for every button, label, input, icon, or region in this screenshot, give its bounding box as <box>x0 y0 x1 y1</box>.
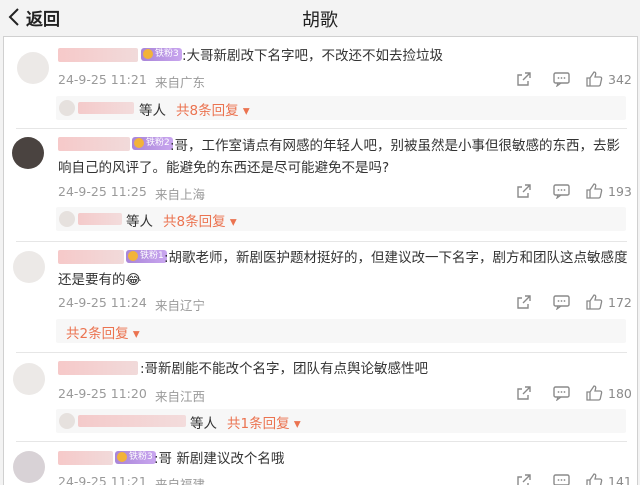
reply-summary[interactable] <box>56 319 626 343</box>
comment-time: 24-9-25 11:21 <box>58 474 147 485</box>
comment-text-line-2: 响自己的风评了。能避免的东西还是尽可能避免不是吗? <box>58 160 390 176</box>
avatar[interactable] <box>13 451 45 483</box>
thumbs-up-icon <box>586 385 603 401</box>
share-icon <box>516 385 532 401</box>
thumbs-up-icon <box>586 71 603 87</box>
like-count: 141 <box>608 473 632 485</box>
comment-button[interactable] <box>553 294 570 310</box>
reply-suffix: 等人 <box>126 214 153 230</box>
comment-button[interactable] <box>553 473 570 485</box>
comment-button[interactable] <box>553 183 570 199</box>
comment-text: :大哥新剧改下名字吧，不改还不如去捡垃圾 <box>182 48 444 64</box>
username-redacted[interactable] <box>58 48 138 62</box>
like-button[interactable]: 141 <box>586 473 632 485</box>
comment-icon <box>553 294 570 310</box>
comment-location: 来自上海 <box>155 187 206 202</box>
comment-text: :哥新剧能不能改个名字，团队有点舆论敏感性吧 <box>140 361 429 377</box>
like-count: 193 <box>608 183 632 199</box>
avatar[interactable] <box>13 363 45 395</box>
comment-text-line-2: 还是要有的😂 <box>58 272 142 288</box>
comment-icon <box>553 385 570 401</box>
reply-suffix: 等人 <box>190 416 217 432</box>
thumbs-up-icon <box>586 183 603 199</box>
comment-text: :哥，工作室请点有网感的年轻人吧，别被虽然是小事但很敏感的东西，去影 <box>170 138 621 154</box>
comment-text: :哥 新剧建议改个名哦 <box>154 451 285 467</box>
divider <box>16 441 627 442</box>
thumbs-up-icon <box>586 294 603 310</box>
share-icon <box>516 473 532 485</box>
comment-time: 24-9-25 11:21 <box>58 72 147 87</box>
avatar[interactable] <box>13 251 45 283</box>
like-button[interactable]: 180 <box>586 385 632 401</box>
share-button[interactable] <box>516 385 532 401</box>
reply-count-link[interactable]: 共8条回复 ▾ <box>163 210 237 230</box>
divider <box>16 352 627 353</box>
username-redacted[interactable] <box>58 451 113 465</box>
username-redacted[interactable] <box>58 137 130 151</box>
like-button[interactable]: 193 <box>586 183 632 199</box>
like-count: 342 <box>608 71 632 87</box>
reply-username-redacted <box>78 415 186 427</box>
comment-icon <box>553 473 570 485</box>
reply-avatar <box>59 100 75 116</box>
comment-icon <box>553 183 570 199</box>
username-redacted[interactable] <box>58 361 138 375</box>
reply-count-link[interactable]: 共8条回复 ▾ <box>176 99 250 119</box>
comment-location: 来自福建 <box>155 477 206 485</box>
reply-suffix: 等人 <box>139 103 166 119</box>
fan-badge: 铁粉3 <box>115 451 156 464</box>
fan-badge: 铁粉3 <box>141 48 182 61</box>
comment-time: 24-9-25 11:20 <box>58 386 147 401</box>
comment-location: 来自广东 <box>155 75 206 90</box>
page-title: 胡歌 <box>302 10 338 31</box>
comment-panel: 铁粉3 :大哥新剧改下名字吧，不改还不如去捡垃圾 24-9-25 11:21 来… <box>3 36 638 485</box>
comment-button[interactable] <box>553 71 570 87</box>
share-button[interactable] <box>516 71 532 87</box>
reply-avatar <box>59 211 75 227</box>
comment-time: 24-9-25 11:25 <box>58 184 147 199</box>
fan-badge: 铁粉2 <box>132 137 173 150</box>
comment-text: :胡歌老师，新剧医护题材挺好的，但建议改一下名字，剧方和团队这点敏感度 <box>164 250 628 266</box>
reply-username-redacted <box>78 102 134 114</box>
divider <box>16 128 627 129</box>
share-button[interactable] <box>516 294 532 310</box>
thumbs-up-icon <box>586 473 603 485</box>
comment-icon <box>553 71 570 87</box>
username-redacted[interactable] <box>58 250 124 264</box>
avatar[interactable] <box>17 52 49 84</box>
top-bar: 返回 胡歌 <box>0 0 640 34</box>
share-button[interactable] <box>516 183 532 199</box>
avatar[interactable] <box>12 137 44 169</box>
like-count: 172 <box>608 294 632 310</box>
divider <box>16 241 627 242</box>
share-icon <box>516 71 532 87</box>
comment-button[interactable] <box>553 385 570 401</box>
share-button[interactable] <box>516 473 532 485</box>
share-icon <box>516 183 532 199</box>
like-button[interactable]: 172 <box>586 294 632 310</box>
reply-count-link[interactable]: 共2条回复 ▾ <box>66 322 140 342</box>
reply-username-redacted <box>78 213 122 225</box>
comment-time: 24-9-25 11:24 <box>58 295 147 310</box>
share-icon <box>516 294 532 310</box>
like-button[interactable]: 342 <box>586 71 632 87</box>
reply-count-link[interactable]: 共1条回复 ▾ <box>227 412 301 432</box>
reply-avatar <box>59 413 75 429</box>
fan-badge: 铁粉1 <box>126 250 167 263</box>
comment-location: 来自江西 <box>155 389 206 404</box>
like-count: 180 <box>608 385 632 401</box>
comment-location: 来自辽宁 <box>155 298 206 313</box>
